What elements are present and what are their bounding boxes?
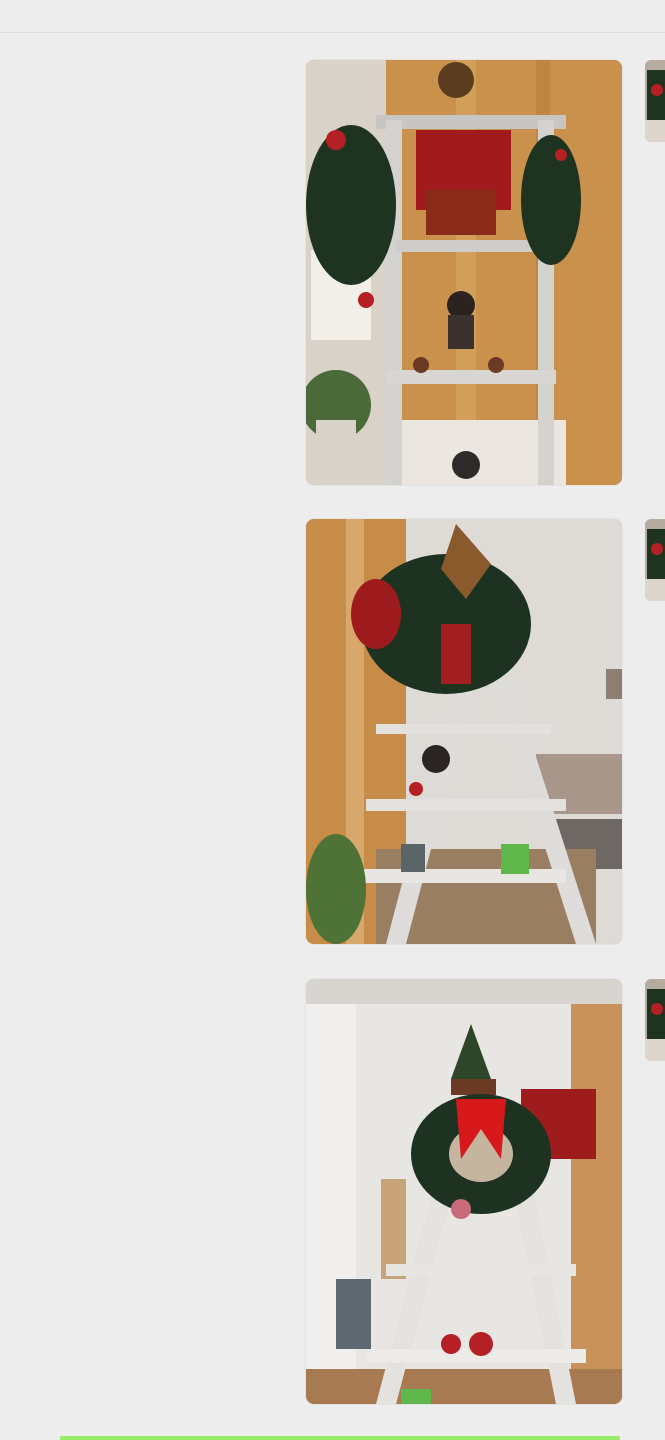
image-message-1[interactable] xyxy=(306,60,622,485)
message-list[interactable] xyxy=(0,33,665,1433)
avatar-image xyxy=(645,979,665,1061)
chat-title-clipped: • • • • xyxy=(280,0,470,4)
chat-header: • • • • xyxy=(0,0,665,33)
image-message-3[interactable] xyxy=(306,979,622,1404)
ladder-photo-3 xyxy=(306,979,622,1404)
avatar-image xyxy=(645,519,665,601)
avatar-image xyxy=(645,60,665,142)
avatar[interactable] xyxy=(645,979,665,1061)
ladder-photo-1 xyxy=(306,60,622,485)
ladder-photo-2 xyxy=(306,519,622,944)
avatar[interactable] xyxy=(645,519,665,601)
image-message-2[interactable] xyxy=(306,519,622,944)
next-message-bubble-edge xyxy=(60,1436,620,1440)
avatar[interactable] xyxy=(645,60,665,142)
